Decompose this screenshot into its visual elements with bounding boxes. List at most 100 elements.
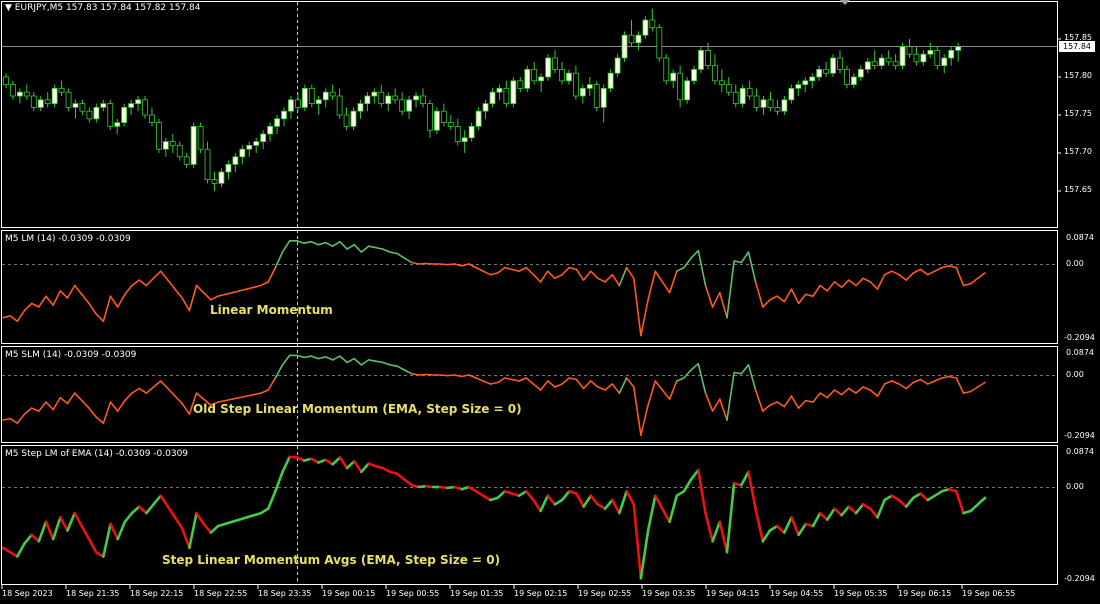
time-tick-label: 18 Sep 22:55 (194, 589, 248, 598)
chart-canvas[interactable] (0, 0, 1100, 604)
candle-body (663, 57, 670, 82)
candle-body (746, 88, 753, 97)
lm-segment (668, 270, 678, 294)
candle-body (107, 103, 114, 127)
candle-body (920, 53, 927, 63)
avgs-segment (560, 489, 571, 502)
slm-segment (733, 371, 743, 375)
lm-segment (210, 295, 219, 301)
lm-segment (152, 270, 162, 280)
slm-segment (102, 401, 112, 424)
slm-segment (575, 378, 585, 390)
avgs-segment (102, 522, 112, 558)
slm-segment (88, 407, 97, 418)
lm-segment (274, 251, 284, 269)
candle-body (385, 95, 392, 104)
lm-segment (267, 266, 277, 283)
lm-segment (833, 281, 843, 289)
avgs-segment (202, 522, 213, 534)
lm-segment (847, 279, 857, 287)
candle-body (176, 144, 183, 158)
candle-body (357, 103, 364, 112)
avgs-segment (166, 505, 177, 519)
avgs-segment (646, 494, 657, 532)
lm-bottom-tick: -0.2094 (1064, 333, 1095, 342)
candle-body (128, 103, 135, 108)
slm-segment (797, 399, 807, 409)
lm-segment (52, 290, 62, 307)
lm-segment (30, 302, 40, 308)
lm-segment (568, 266, 578, 271)
slm-segment (425, 373, 434, 376)
avgs-segment (610, 498, 621, 515)
lm-segment (475, 266, 485, 273)
slm-segment (747, 364, 757, 391)
candle-body (600, 88, 607, 108)
shift-marker-icon[interactable] (840, 0, 850, 5)
avgs-segment (266, 489, 277, 511)
candle-body (496, 88, 503, 93)
slm-segment (783, 395, 793, 408)
slm-segment (81, 399, 90, 409)
lm-segment (761, 298, 771, 308)
lm-segment (561, 266, 571, 276)
candle-body (468, 126, 475, 139)
slm-segment (159, 380, 169, 390)
slm-segment (948, 375, 958, 379)
lm-segment (174, 288, 183, 299)
candle-body (475, 110, 482, 127)
lm-segment (941, 264, 951, 269)
candle-body (927, 50, 934, 55)
candle-body (851, 76, 857, 85)
slm-segment (152, 380, 162, 388)
lm-segment (539, 270, 549, 283)
candle-body (225, 163, 232, 173)
slm-segment (374, 360, 384, 364)
lm-segment (88, 302, 97, 315)
candle-body (392, 95, 399, 101)
candle-body (899, 46, 906, 66)
slm-segment (862, 386, 872, 391)
slm-segment (281, 354, 291, 366)
candle-body (23, 91, 30, 97)
lm-segment (790, 288, 800, 305)
symbol-dropdown-arrow-icon[interactable]: ▼ (5, 3, 12, 13)
avgs-segment (739, 470, 750, 487)
slm-segment (647, 380, 657, 406)
avgs-segment (360, 462, 370, 474)
candle-body (3, 76, 9, 85)
avgs-pane-label: M5 Step LM of EMA (14) -0.0309 -0.0309 (5, 449, 189, 459)
slm-segment (539, 380, 549, 391)
lm-segment (66, 284, 76, 299)
trading-chart-window[interactable]: ▼ EURJPY,M5 157.83 157.84 157.82 157.84 … (0, 0, 1100, 604)
avgs-segment (496, 489, 507, 500)
slm-segment (890, 380, 900, 385)
time-tick-label: 18 Sep 21:35 (66, 589, 120, 598)
slm-segment (554, 383, 563, 388)
lm-segment (933, 266, 943, 273)
candle-body (566, 72, 572, 82)
lm-segment (460, 263, 470, 267)
candle-body (545, 57, 551, 78)
slm-segment (274, 364, 284, 379)
slm-segment (503, 377, 513, 381)
lm-segment (217, 293, 226, 298)
candle-body (447, 122, 454, 127)
candle-body (204, 148, 211, 180)
avgs-segment (44, 520, 55, 541)
slm-segment (726, 371, 735, 421)
candles-group[interactable] (3, 8, 962, 191)
slm-segment (403, 369, 413, 375)
slm-segment (847, 387, 857, 394)
candle-body (308, 88, 315, 105)
lm-segment (754, 281, 764, 308)
lm-pane-frame (1, 230, 1058, 344)
lm-segment (683, 257, 692, 269)
candle-body (885, 57, 892, 63)
avgs-segment (897, 498, 908, 508)
slm-segment (955, 377, 965, 394)
avgs-segment (589, 494, 600, 506)
lm-segment (711, 291, 721, 308)
lm-segment (95, 313, 105, 323)
slm-top-tick: 0.0874 (1066, 348, 1094, 357)
